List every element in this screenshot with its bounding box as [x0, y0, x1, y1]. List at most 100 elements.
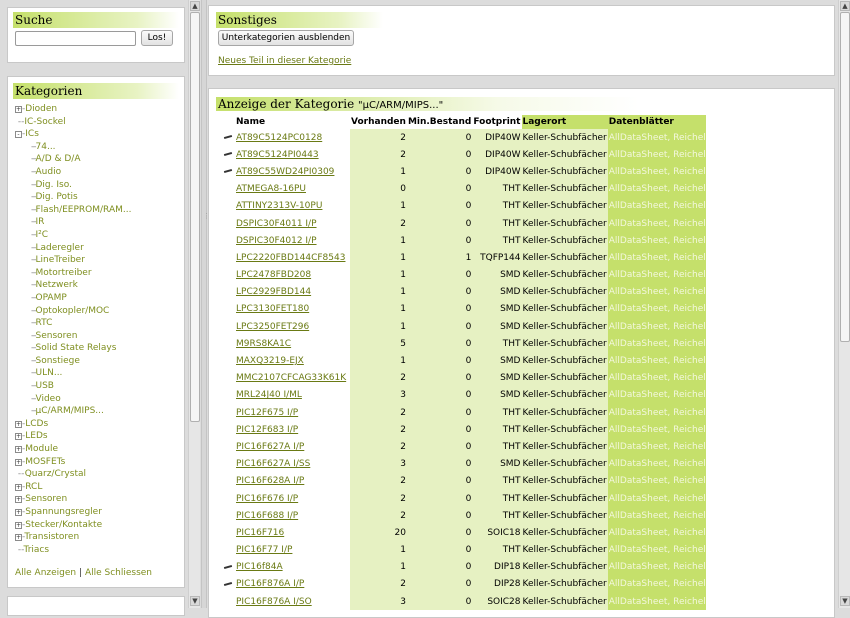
part-name[interactable]: PIC16F627A I/SS: [236, 459, 310, 469]
datasheet-links[interactable]: AllDataSheet, Reichelt: [607, 438, 706, 456]
tree-item[interactable]: +-RCL: [15, 481, 183, 494]
part-name[interactable]: LPC2929FBD144: [236, 287, 311, 297]
tree-item[interactable]: --RTC: [15, 317, 183, 330]
datasheet-links[interactable]: AllDataSheet, Reichelt: [607, 249, 706, 267]
tree-item[interactable]: --I²C: [15, 229, 183, 242]
expand-icon[interactable]: +: [15, 496, 22, 504]
datasheet-links[interactable]: AllDataSheet, Reichelt: [607, 404, 706, 422]
part-name-link[interactable]: AT89C55WD24PI0309: [235, 163, 350, 180]
tree-item[interactable]: - -ICs: [15, 128, 183, 141]
tree-item[interactable]: --Netzwerk: [15, 279, 183, 292]
expand-icon[interactable]: +: [15, 420, 22, 428]
datasheet-links[interactable]: AllDataSheet, Reichelt: [607, 232, 706, 250]
scroll-up-icon[interactable]: ▲: [190, 1, 200, 11]
tree-item-label[interactable]: Video: [36, 394, 61, 404]
tree-item-label[interactable]: I²C: [36, 230, 49, 240]
tree-item[interactable]: --Audio: [15, 166, 183, 179]
collapse-icon[interactable]: -: [15, 131, 22, 139]
part-name-link[interactable]: PIC16F688 I/P: [235, 507, 350, 524]
tree-item-label[interactable]: Optokopler/MOC: [36, 306, 110, 316]
expand-icon[interactable]: +: [15, 106, 22, 113]
part-name-link[interactable]: PIC16F716: [235, 524, 350, 541]
tree-item-label[interactable]: Spannungsregler: [25, 507, 102, 517]
datasheet-links[interactable]: AllDataSheet, Reichelt: [607, 197, 706, 215]
show-all-link[interactable]: Alle Anzeigen: [15, 568, 76, 578]
datasheet-links[interactable]: AllDataSheet, Reichelt: [607, 335, 706, 353]
tree-item-label[interactable]: Stecker/Kontakte: [25, 520, 102, 530]
tree-item-label[interactable]: Motortreiber: [36, 268, 92, 278]
tree-item-label[interactable]: 74...: [36, 142, 56, 152]
tree-item[interactable]: --ULN...: [15, 367, 183, 380]
tree-item-label[interactable]: LEDs: [25, 431, 47, 441]
datasheet-links[interactable]: AllDataSheet, Reichelt: [607, 129, 706, 147]
part-name[interactable]: LPC2220FBD144CF8543: [236, 253, 345, 263]
tree-item-label[interactable]: Dig. Iso.: [36, 180, 72, 190]
expand-icon[interactable]: +: [15, 534, 22, 542]
part-name-link[interactable]: PIC12F675 I/P: [235, 404, 350, 421]
tree-item[interactable]: --A/D & D/A: [15, 153, 183, 166]
tree-item[interactable]: --Sensoren: [15, 330, 183, 343]
new-part-link[interactable]: Neues Teil in dieser Kategorie: [218, 56, 351, 66]
part-name[interactable]: PIC16F688 I/P: [236, 511, 298, 521]
tree-item-label[interactable]: LineTreiber: [36, 255, 85, 265]
expand-icon[interactable]: +: [15, 458, 22, 466]
expand-icon[interactable]: +: [15, 483, 22, 491]
tree-item-label[interactable]: ICs: [25, 129, 39, 139]
left-scroll-thumb[interactable]: [190, 12, 200, 422]
search-input[interactable]: [15, 31, 136, 46]
right-scroll-thumb[interactable]: [840, 12, 850, 342]
tree-item-label[interactable]: Triacs: [24, 545, 50, 555]
tree-item[interactable]: +-LCDs: [15, 418, 183, 431]
scroll-down-icon[interactable]: ▼: [840, 596, 850, 606]
part-name-link[interactable]: MRL24J40 I/ML: [235, 387, 350, 404]
part-name[interactable]: PIC16F676 I/P: [236, 494, 298, 504]
part-name-link[interactable]: M9RS8KA1C: [235, 335, 350, 352]
tree-item[interactable]: +-Stecker/Kontakte: [15, 519, 183, 532]
datasheet-links[interactable]: AllDataSheet, Reichelt: [607, 146, 706, 164]
datasheet-links[interactable]: AllDataSheet, Reichelt: [607, 575, 706, 594]
tree-item-label[interactable]: LCDs: [25, 419, 48, 429]
part-name[interactable]: PIC16F77 I/P: [236, 545, 292, 555]
tree-item[interactable]: +-Dioden: [15, 103, 183, 116]
part-name[interactable]: MRL24J40 I/ML: [236, 390, 302, 400]
tree-item[interactable]: --Solid State Relays: [15, 342, 183, 355]
part-name-link[interactable]: AT89C5124PI0443: [235, 146, 350, 163]
part-name[interactable]: ATTINY2313V-10PU: [236, 201, 322, 211]
part-name-link[interactable]: LPC2478FBD208: [235, 267, 350, 284]
datasheet-links[interactable]: AllDataSheet, Reichelt: [607, 318, 706, 336]
tree-item[interactable]: --Quarz/Crystal: [15, 468, 183, 481]
datasheet-links[interactable]: AllDataSheet, Reichelt: [607, 163, 706, 181]
part-name-link[interactable]: MAXQ3219-EJX: [235, 352, 350, 369]
datasheet-links[interactable]: AllDataSheet, Reichelt: [607, 369, 706, 387]
tree-item[interactable]: +-LEDs: [15, 430, 183, 443]
part-name-link[interactable]: PIC16f84A: [235, 559, 350, 576]
datasheet-links[interactable]: AllDataSheet, Reichelt: [607, 352, 706, 370]
datasheet-links[interactable]: AllDataSheet, Reichelt: [607, 180, 706, 198]
tree-item[interactable]: --Sonstiege: [15, 355, 183, 368]
part-name-link[interactable]: PIC16F77 I/P: [235, 542, 350, 559]
part-name-link[interactable]: AT89C5124PC0128: [235, 129, 350, 146]
tree-item[interactable]: --Laderegler: [15, 242, 183, 255]
part-name[interactable]: DSPIC30F4011 I/P: [236, 219, 317, 229]
expand-icon[interactable]: +: [15, 433, 22, 441]
tree-item-label[interactable]: Sonstiege: [36, 356, 80, 366]
tree-item-label[interactable]: RTC: [36, 318, 53, 328]
search-button[interactable]: Los!: [141, 30, 173, 46]
part-name-link[interactable]: PIC16F676 I/P: [235, 490, 350, 507]
tree-item[interactable]: --LineTreiber: [15, 254, 183, 267]
tree-item[interactable]: --Flash/EEPROM/RAM...: [15, 204, 183, 217]
tree-item[interactable]: +-Spannungsregler: [15, 506, 183, 519]
part-name-link[interactable]: LPC3250FET296: [235, 318, 350, 335]
part-name[interactable]: AT89C55WD24PI0309: [236, 167, 334, 177]
frame-splitter[interactable]: ⋮: [201, 0, 210, 608]
part-name[interactable]: MAXQ3219-EJX: [236, 356, 304, 366]
part-name[interactable]: M9RS8KA1C: [236, 339, 291, 349]
part-name-link[interactable]: DSPIC30F4012 I/P: [235, 232, 350, 249]
tree-item[interactable]: --Dig. Potis: [15, 191, 183, 204]
datasheet-links[interactable]: AllDataSheet, Reichelt: [607, 472, 706, 490]
tree-item-label[interactable]: Laderegler: [36, 243, 84, 253]
tree-item-label[interactable]: Flash/EEPROM/RAM...: [36, 205, 132, 215]
tree-item-label[interactable]: Sensoren: [25, 494, 67, 504]
part-name[interactable]: PIC16f84A: [236, 562, 283, 572]
tree-item[interactable]: --Video: [15, 393, 183, 406]
